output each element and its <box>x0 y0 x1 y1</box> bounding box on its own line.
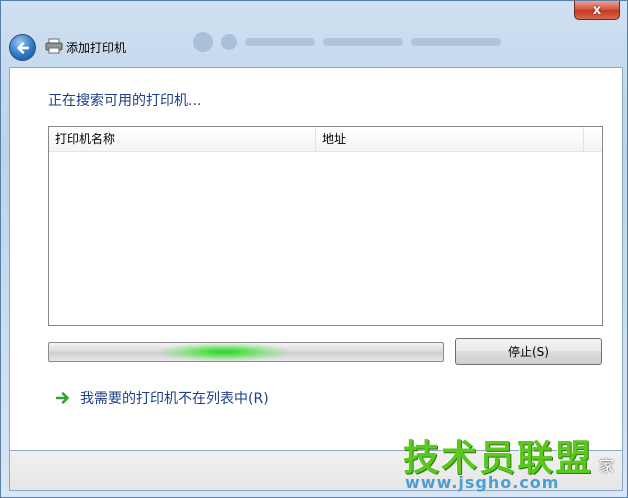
ghost-breadcrumb-1 <box>245 38 315 46</box>
printer-icon <box>45 38 63 54</box>
window-frame: x 添加打印机 正在搜索可用的打印机... 打印机名称 地址 停止(S) 我需要… <box>0 0 628 498</box>
ghost-back-circle <box>193 32 213 52</box>
stop-button[interactable]: 停止(S) <box>455 338 602 365</box>
ghost-breadcrumb-3 <box>411 38 501 46</box>
column-header-address[interactable]: 地址 <box>316 127 584 151</box>
ghost-forward-circle <box>221 34 237 50</box>
column-header-printer-name[interactable]: 打印机名称 <box>49 127 316 151</box>
printer-not-listed-link[interactable]: 我需要的打印机不在列表中(R) <box>56 388 269 408</box>
progress-glow <box>159 343 289 361</box>
back-arrow-icon <box>16 41 29 54</box>
column-header-filler <box>584 127 602 151</box>
back-button[interactable] <box>9 34 36 61</box>
button-bar <box>9 451 623 491</box>
page-heading: 正在搜索可用的打印机... <box>48 93 202 109</box>
close-icon: x <box>592 2 602 18</box>
printer-list[interactable]: 打印机名称 地址 <box>48 126 603 326</box>
close-button[interactable]: x <box>574 1 620 20</box>
search-progress-bar <box>48 342 444 362</box>
green-arrow-icon <box>56 392 69 404</box>
list-header: 打印机名称 地址 <box>49 127 602 152</box>
printer-not-listed-label: 我需要的打印机不在列表中(R) <box>80 391 269 407</box>
ghost-breadcrumb-2 <box>323 38 403 46</box>
wizard-content: 正在搜索可用的打印机... 打印机名称 地址 停止(S) 我需要的打印机不在列表… <box>9 67 623 451</box>
window-title: 添加打印机 <box>66 41 127 55</box>
background-window-ghost <box>193 29 613 55</box>
